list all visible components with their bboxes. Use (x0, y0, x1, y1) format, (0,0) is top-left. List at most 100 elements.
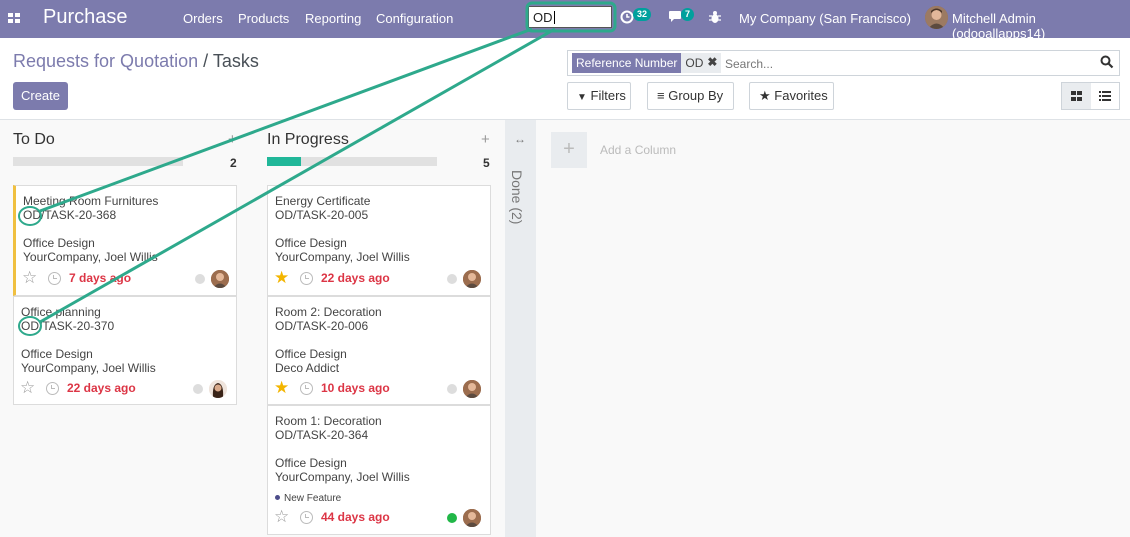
kanban-card[interactable]: Room 2: Decoration OD/TASK-20-006 Office… (267, 296, 491, 405)
progress-fill (267, 157, 301, 166)
messages-count-badge: 7 (681, 8, 695, 21)
card-deadline: 10 days ago (321, 381, 390, 395)
filter-funnel-icon: ▼ (577, 92, 587, 103)
apps-menu-icon[interactable] (8, 13, 20, 24)
activity-clock-icon[interactable] (48, 272, 61, 285)
priority-star-icon[interactable]: ★ (274, 379, 289, 396)
column-count-todo: 2 (230, 156, 237, 170)
search-input[interactable]: Search... (725, 57, 773, 71)
card-title: Meeting Room Furnitures (23, 194, 159, 208)
top-navbar: Purchase Orders Products Reporting Confi… (0, 0, 1130, 41)
user-avatar[interactable] (925, 6, 948, 29)
kanban-card[interactable]: Energy Certificate OD/TASK-20-005 Office… (267, 185, 491, 296)
unfold-arrows-icon[interactable]: ↔ (514, 132, 526, 146)
search-facet: Reference Number OD ✖ (572, 53, 722, 73)
assignee-avatar[interactable] (463, 380, 481, 398)
search-icon[interactable] (1100, 55, 1114, 69)
facet-label: Reference Number (572, 53, 682, 73)
card-title: Office planning (21, 305, 101, 319)
priority-star-icon[interactable]: ☆ (274, 508, 289, 525)
kanban-card[interactable]: Office planning OD/TASK-20-370 Office De… (13, 296, 237, 405)
card-partner: YourCompany, Joel Willis (275, 250, 410, 264)
activity-clock-icon[interactable] (300, 382, 313, 395)
group-by-button[interactable]: ≡ Group By (647, 82, 734, 110)
column-title-in-progress[interactable]: In Progress (267, 131, 349, 149)
filters-button[interactable]: ▼ Filters (567, 82, 631, 110)
app-brand[interactable]: Purchase (43, 6, 128, 29)
menu-products[interactable]: Products (238, 11, 289, 26)
column-count-in-progress: 5 (483, 156, 490, 170)
priority-star-icon[interactable]: ☆ (20, 379, 35, 396)
assignee-avatar[interactable] (463, 270, 481, 288)
search-box[interactable]: Reference Number OD ✖ Search... (567, 50, 1120, 76)
kanban-state-dot[interactable] (193, 384, 203, 394)
card-project: Office Design (275, 236, 347, 250)
list-view-icon[interactable] (1091, 83, 1120, 109)
kanban-state-dot[interactable] (195, 274, 205, 284)
add-column-label[interactable]: Add a Column (600, 143, 676, 157)
card-title: Energy Certificate (275, 194, 371, 208)
user-menu[interactable]: Mitchell Admin (odooallapps14) (952, 11, 1130, 41)
kanban-view-icon[interactable] (1062, 83, 1091, 109)
card-reference: OD/TASK-20-005 (275, 208, 369, 222)
activity-clock-icon[interactable] (300, 511, 313, 524)
menu-configuration[interactable]: Configuration (376, 11, 453, 26)
card-title: Room 1: Decoration (275, 414, 382, 428)
view-switcher (1061, 82, 1120, 110)
card-partner: YourCompany, Joel Willis (23, 250, 158, 264)
activity-clock-icon[interactable] (620, 10, 634, 24)
messages-chat-icon[interactable] (668, 10, 682, 23)
assignee-avatar[interactable] (209, 380, 227, 398)
breadcrumb-current: Tasks (212, 51, 259, 71)
menu-orders[interactable]: Orders (183, 11, 223, 26)
column-quick-create-icon[interactable]: + (228, 131, 237, 148)
favorites-button[interactable]: ★ Favorites (749, 82, 834, 110)
kanban-card[interactable]: Room 1: Decoration OD/TASK-20-364 Office… (267, 405, 491, 535)
create-button[interactable]: Create (13, 82, 68, 110)
card-reference: OD/TASK-20-364 (275, 428, 369, 442)
column-progress-bar-todo[interactable] (13, 157, 183, 166)
add-column-plus-icon[interactable]: + (551, 132, 587, 168)
assignee-avatar[interactable] (211, 270, 229, 288)
facet-value: OD (681, 53, 708, 73)
card-partner: YourCompany, Joel Willis (21, 361, 156, 375)
favorites-label: Favorites (774, 88, 828, 103)
debug-bug-icon[interactable] (709, 10, 721, 24)
folded-column-label: Done (2) (509, 170, 525, 225)
breadcrumb: Requests for Quotation / Tasks (13, 51, 259, 72)
control-panel: Requests for Quotation / Tasks Create Re… (0, 38, 1130, 120)
filters-label: Filters (590, 88, 626, 103)
card-project: Office Design (23, 236, 95, 250)
assignee-avatar[interactable] (463, 509, 481, 527)
activity-clock-icon[interactable] (46, 382, 59, 395)
kanban-card[interactable]: Meeting Room Furnitures OD/TASK-20-368 O… (13, 185, 237, 296)
card-deadline: 22 days ago (321, 271, 390, 285)
priority-star-icon[interactable]: ☆ (22, 269, 37, 286)
card-reference: OD/TASK-20-006 (275, 319, 369, 333)
card-deadline: 44 days ago (321, 510, 390, 524)
favorites-star-icon: ★ (759, 88, 771, 103)
kanban-state-dot[interactable] (447, 513, 457, 523)
column-progress-bar-in-progress[interactable] (267, 157, 437, 166)
kanban-state-dot[interactable] (447, 274, 457, 284)
navbar-search-input[interactable]: OD (528, 6, 612, 28)
company-switcher[interactable]: My Company (San Francisco) (739, 11, 911, 26)
card-reference: OD/TASK-20-368 (23, 208, 117, 222)
card-reference: OD/TASK-20-370 (21, 319, 115, 333)
facet-remove-icon[interactable]: ✖ (707, 53, 722, 73)
column-quick-create-icon[interactable]: + (481, 131, 490, 148)
card-deadline: 7 days ago (69, 271, 132, 285)
activity-clock-icon[interactable] (300, 272, 313, 285)
menu-reporting[interactable]: Reporting (305, 11, 361, 26)
column-title-todo[interactable]: To Do (13, 131, 55, 149)
folded-column-done[interactable]: ↔ Done (2) (505, 120, 536, 537)
card-project: Office Design (275, 456, 347, 470)
card-partner: YourCompany, Joel Willis (275, 470, 410, 484)
kanban-state-dot[interactable] (447, 384, 457, 394)
group-by-bars-icon: ≡ (657, 88, 665, 103)
group-by-label: Group By (668, 88, 724, 103)
priority-star-icon[interactable]: ★ (274, 269, 289, 286)
card-partner: Deco Addict (275, 361, 340, 375)
card-title: Room 2: Decoration (275, 305, 382, 319)
breadcrumb-parent[interactable]: Requests for Quotation (13, 51, 198, 71)
